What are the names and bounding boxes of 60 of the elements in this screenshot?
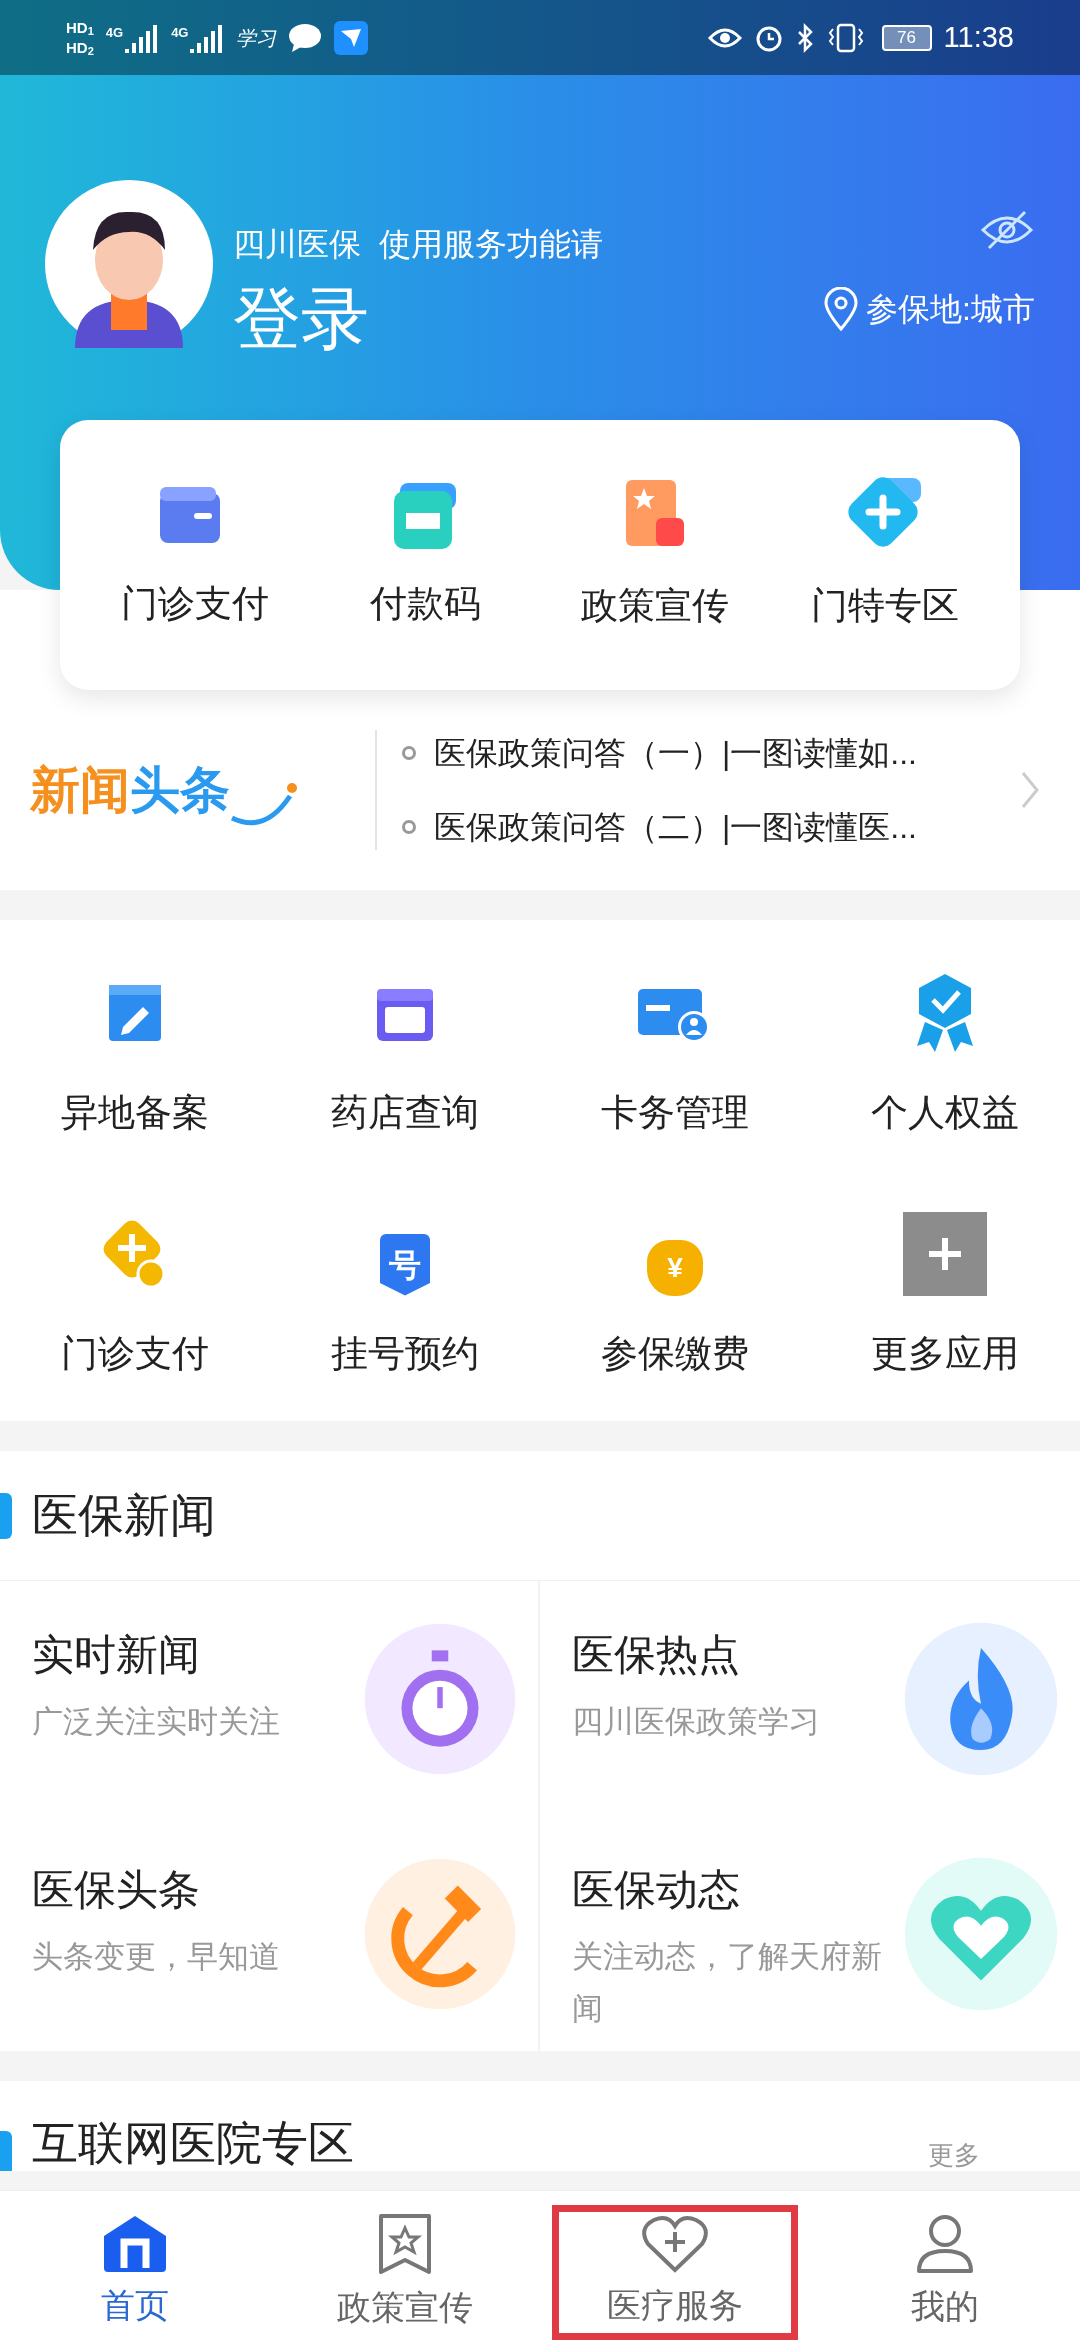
card-subtitle: 四川医保政策学习 [572, 1703, 821, 1741]
eye-hidden-icon[interactable] [979, 210, 1035, 250]
news-card[interactable]: 医保热点 四川医保政策学习 [540, 1581, 1080, 1816]
accent-bar [0, 2131, 12, 2171]
signal-icon [125, 22, 160, 53]
bird-app-icon [334, 20, 369, 55]
bookmark-star-icon[interactable] [377, 2212, 433, 2276]
quick-action-label[interactable]: 门诊支付 [121, 575, 269, 632]
card-subtitle: 广泛关注实时关注 [32, 1703, 281, 1741]
nav-tab[interactable]: 我的 [911, 2213, 979, 2332]
location-pin-icon [824, 287, 859, 331]
accent-bar [0, 1492, 12, 1539]
person-icon[interactable] [915, 2213, 975, 2275]
service-label[interactable]: 门诊支付 [61, 1325, 209, 1381]
greeting-text: 四川医保 使用服务功能请 [233, 225, 603, 264]
nav-tab[interactable]: 首页 [101, 2214, 169, 2331]
news-headline-link[interactable]: 医保政策问答（二）|一图读懂医... [434, 803, 917, 851]
news-card[interactable]: 医保头条 头条变更，早知道 [0, 1816, 540, 2051]
quick-action-label[interactable]: 门特专区 [811, 578, 959, 634]
service-label[interactable]: 更多应用 [871, 1325, 1019, 1381]
number-tag-icon: 号 [380, 1233, 430, 1296]
battery-indicator: 76 [881, 24, 932, 51]
location-text[interactable]: 参保地:城市 [866, 285, 1035, 333]
card-title: 医保动态 [572, 1865, 741, 1915]
service-label[interactable]: 挂号预约 [331, 1325, 479, 1381]
nav-tab[interactable]: 政策宣传 [337, 2212, 473, 2333]
news-card[interactable]: 医保动态 关注动态，了解天府新闻 [540, 1816, 1080, 2051]
card-title: 实时新闻 [32, 1630, 201, 1680]
app-label: 学习 [236, 24, 277, 52]
sim-label: HD$_{1}$ [66, 18, 94, 37]
section-title: 互联网医院专区 [32, 2116, 354, 2171]
sim-label: HD$_{2}$ [66, 38, 94, 57]
news-headline-link[interactable]: 医保政策问答（一）|一图读懂如... [434, 729, 917, 777]
service-label[interactable]: 个人权益 [871, 1085, 1019, 1141]
home-icon[interactable] [102, 2214, 168, 2274]
card-title: 医保头条 [32, 1865, 201, 1915]
bullet-icon [402, 746, 416, 760]
quick-action-label[interactable]: 付款码 [369, 575, 481, 632]
service-label[interactable]: 卡务管理 [601, 1085, 749, 1141]
card-subtitle: 关注动态，了解天府新闻 [572, 1938, 883, 2028]
network-type: 4G [171, 23, 189, 42]
service-label[interactable]: 参保缴费 [601, 1325, 749, 1381]
network-type: 4G [105, 23, 124, 42]
news-card[interactable]: 实时新闻 广泛关注实时关注 [0, 1581, 540, 1816]
plus-square-icon [903, 1211, 987, 1296]
news-logo-text: 新闻 [30, 760, 130, 820]
bluetooth-icon [795, 22, 814, 53]
card-title: 医保热点 [572, 1630, 741, 1680]
card-subtitle: 头条变更，早知道 [32, 1938, 281, 1976]
heart-plus-icon[interactable] [640, 2214, 710, 2274]
quick-action-label[interactable]: 政策宣传 [581, 578, 729, 634]
service-label[interactable]: 药店查询 [331, 1085, 479, 1141]
chat-bubble-icon [288, 22, 323, 53]
section-title: 医保新闻 [32, 1488, 216, 1543]
news-logo-text: 头条 [130, 760, 230, 820]
signal-icon [190, 22, 225, 53]
bullet-icon [402, 820, 416, 834]
service-label[interactable]: 异地备案 [61, 1085, 209, 1141]
clock: 11:38 [943, 19, 1014, 55]
money-bag-icon: ¥ [647, 1239, 703, 1296]
